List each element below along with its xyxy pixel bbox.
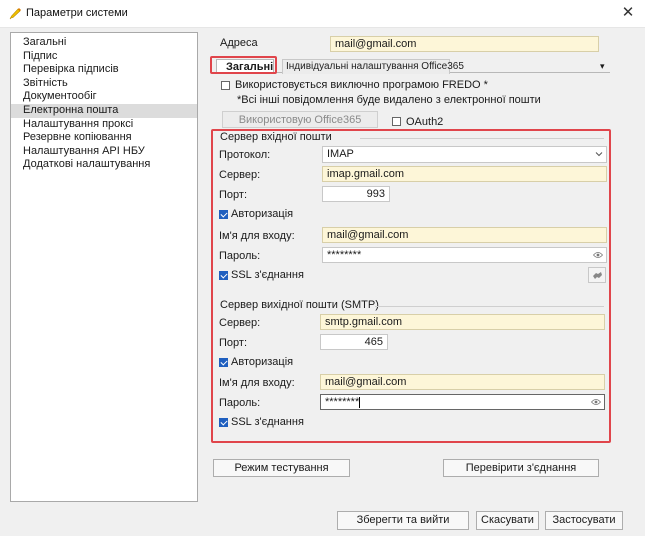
title-bar: Параметри системи ✕: [0, 0, 645, 28]
oauth2-label: OAuth2: [406, 116, 444, 128]
general-tab-highlight: [210, 56, 277, 74]
nav-item[interactable]: Електронна пошта: [11, 104, 197, 118]
server-settings-highlight: [211, 129, 611, 443]
window-title: Параметри системи: [26, 7, 128, 19]
fredo-only-label: Використовується виключно програмою FRED…: [235, 79, 488, 91]
pencil-app-icon: [9, 8, 21, 20]
nav-item[interactable]: Документообіг: [11, 90, 197, 104]
nav-item[interactable]: Перевірка підписів: [11, 63, 197, 77]
oauth2-checkbox[interactable]: [392, 117, 401, 126]
address-input[interactable]: mail@gmail.com: [330, 36, 599, 52]
tab-scroll-icon[interactable]: ▾: [600, 61, 605, 72]
settings-nav-list: Загальні Підпис Перевірка підписів Звітніст…: [10, 32, 198, 502]
nav-item[interactable]: Підпис: [11, 50, 197, 64]
use-office365-button[interactable]: Використовую Office365: [222, 111, 378, 128]
check-connection-button[interactable]: Перевірити з'єднання: [443, 459, 599, 477]
nav-item[interactable]: Додаткові налаштування: [11, 158, 197, 172]
test-mode-button[interactable]: Режим тестування: [213, 459, 350, 477]
nav-item[interactable]: Резервне копіювання: [11, 131, 197, 145]
tab-office365[interactable]: Індивідуальні налаштування Office365: [282, 59, 464, 74]
apply-button[interactable]: Застосувати: [545, 511, 623, 530]
fredo-note: *Всі інші повідомлення буде видалено з е…: [237, 94, 541, 106]
address-label: Адреса: [220, 37, 258, 49]
nav-item[interactable]: Налаштування проксі: [11, 118, 197, 132]
save-and-exit-button[interactable]: Зберегти та вийти: [337, 511, 469, 530]
close-button[interactable]: ✕: [617, 3, 639, 23]
cancel-button[interactable]: Скасувати: [476, 511, 539, 530]
fredo-only-checkbox[interactable]: [221, 81, 230, 90]
nav-item[interactable]: Налаштування API НБУ: [11, 145, 197, 159]
nav-item[interactable]: Загальні: [11, 36, 197, 50]
nav-item[interactable]: Звітність: [11, 77, 197, 91]
